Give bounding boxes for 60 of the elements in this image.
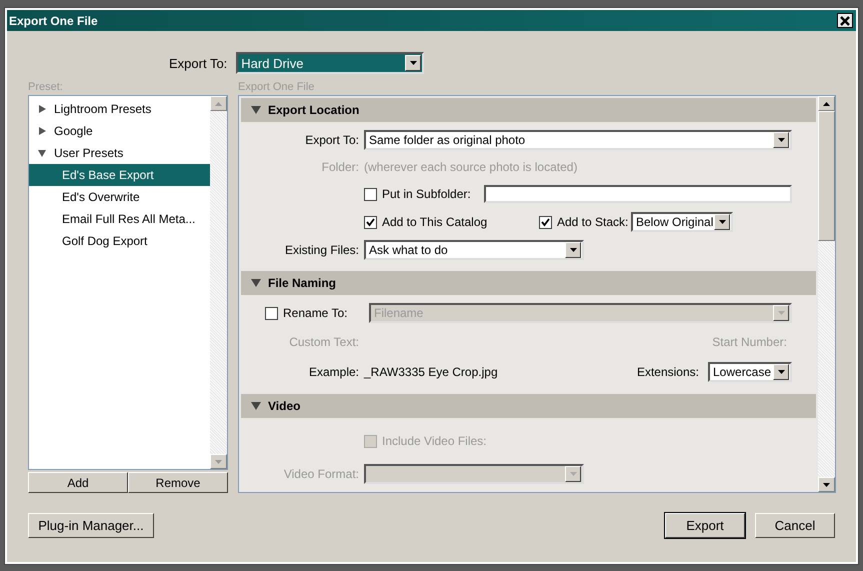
field-label: Export To: — [304, 133, 360, 147]
caret-icon[interactable] — [714, 214, 730, 230]
preset-item[interactable]: Ed's Overwrite — [29, 186, 210, 208]
caret-icon[interactable] — [405, 55, 422, 71]
plugin-manager-button[interactable]: Plug-in Manager... — [28, 513, 154, 538]
preset-button[interactable]: Remove — [128, 472, 228, 493]
example-filename: _RAW3335 Eye Crop.jpg — [364, 365, 499, 379]
checkbox-label: Add to Stack: — [557, 215, 628, 229]
checkbox-label: Include Video Files: — [382, 434, 487, 448]
scrollbar[interactable] — [818, 96, 835, 492]
subfolder-field[interactable] — [484, 185, 792, 203]
dropdown[interactable]: Lowercase — [708, 362, 792, 382]
field-label: Custom Text: — [288, 335, 360, 349]
dropdown[interactable]: Same folder as original photo — [364, 130, 792, 150]
collapse-triangle-icon[interactable] — [38, 149, 48, 157]
dropdown[interactable]: Ask what to do — [364, 240, 584, 260]
dropdown[interactable]: Hard Drive — [236, 52, 424, 74]
expand-triangle-icon[interactable] — [38, 105, 48, 113]
field-label: Extensions: — [636, 365, 700, 379]
checkbox-label: Add to This Catalog — [382, 215, 488, 229]
expand-triangle-icon[interactable] — [38, 127, 48, 135]
caret-icon[interactable] — [773, 132, 789, 148]
field-label: Existing Files: — [284, 243, 360, 257]
field-label: Example: — [308, 365, 360, 379]
checkbox[interactable] — [539, 216, 552, 228]
field-label: Start Number: — [712, 335, 788, 349]
cancel-button[interactable]: Cancel — [755, 513, 835, 538]
caret-icon[interactable] — [565, 242, 581, 258]
preset-item[interactable]: Email Full Res All Meta... — [29, 208, 210, 230]
folder-note: (wherever each source photo is located) — [364, 160, 578, 174]
preset-item[interactable]: Lightroom Presets — [29, 98, 210, 120]
close-icon — [840, 16, 850, 26]
scroll-up-icon[interactable] — [818, 96, 835, 111]
caret-icon[interactable] — [773, 364, 789, 380]
export-button[interactable]: Export — [665, 513, 745, 538]
checkbox[interactable] — [364, 188, 377, 200]
checkbox-label: Put in Subfolder: — [382, 187, 471, 201]
preset-item[interactable]: Ed's Base Export — [29, 164, 210, 186]
section-header[interactable]: File Naming — [241, 271, 816, 295]
checkbox-label: Rename To: — [283, 306, 348, 320]
window-title: Export One File — [9, 14, 99, 28]
close-button[interactable] — [837, 13, 853, 28]
field-label: Folder: — [320, 160, 360, 174]
panel-caption: Export One File — [238, 81, 316, 94]
scroll-down-icon[interactable] — [818, 477, 835, 492]
collapse-triangle-icon[interactable] — [251, 402, 261, 410]
preset-item[interactable]: Golf Dog Export — [29, 230, 210, 252]
field-label: Export To: — [169, 56, 228, 70]
section-header[interactable]: Video — [241, 394, 816, 418]
collapse-triangle-icon[interactable] — [251, 106, 261, 114]
preset-label: Preset: — [28, 81, 64, 94]
dropdown[interactable]: Below Original — [631, 212, 733, 232]
checkbox[interactable] — [364, 216, 377, 228]
preset-item[interactable]: User Presets — [29, 142, 210, 164]
field-label: Video Format: — [282, 467, 360, 481]
scroll-thumb[interactable] — [818, 111, 835, 241]
collapse-triangle-icon[interactable] — [251, 279, 261, 287]
preset-button[interactable]: Add — [28, 472, 128, 493]
section-header[interactable]: Export Location — [241, 98, 816, 122]
preset-item[interactable]: Google — [29, 120, 210, 142]
